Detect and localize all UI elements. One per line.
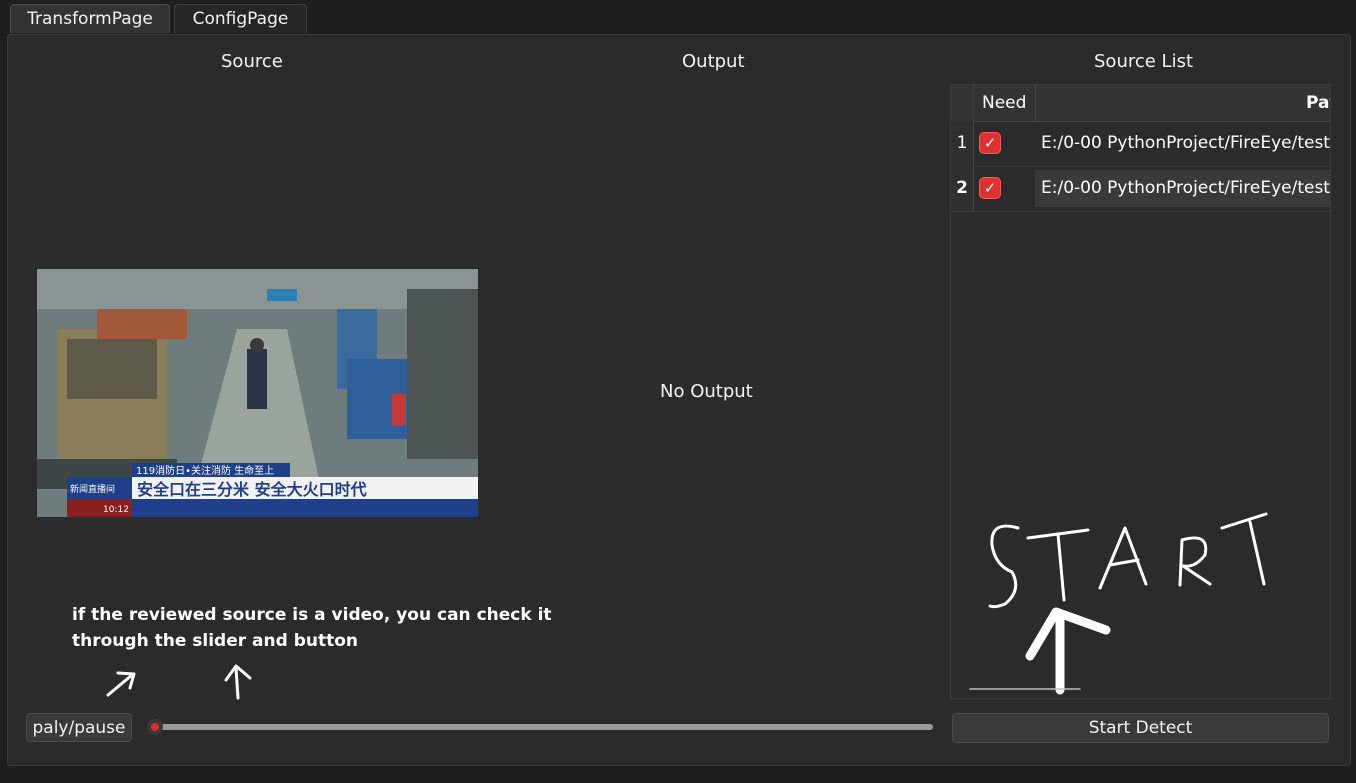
source-header: Source — [221, 51, 283, 72]
tab-bar: TransformPage ConfigPage — [0, 0, 1356, 34]
output-header: Output — [682, 51, 745, 72]
column-divider — [1035, 85, 1036, 121]
no-output-label: No Output — [660, 381, 753, 402]
video-slider-track[interactable] — [154, 724, 933, 730]
video-slider-handle[interactable] — [147, 719, 163, 735]
play-pause-button[interactable]: paly/pause — [26, 713, 132, 742]
hint-line-1: if the reviewed source is a video, you c… — [72, 605, 552, 625]
row-path[interactable]: E:/0-00 PythonProject/FireEye/test — [1041, 121, 1330, 166]
table-row[interactable]: 2 ✓ E:/0-00 PythonProject/FireEye/test — [951, 166, 1330, 212]
table-corner — [951, 85, 974, 121]
ticker-headline: 119消防日•关注消防 生命至上 — [136, 464, 274, 477]
column-need[interactable]: Need — [982, 85, 1026, 121]
ticker-station: 新闻直播间 — [70, 483, 115, 495]
hint-line-2: through the slider and button — [72, 631, 359, 651]
table-header: Need Path — [951, 85, 1330, 122]
row-path[interactable]: E:/0-00 PythonProject/FireEye/test — [1035, 170, 1330, 207]
start-detect-button[interactable]: Start Detect — [952, 713, 1329, 743]
factory-scene: 119消防日•关注消防 生命至上 安全口在三分米 安全大火口时代 新闻直播间 1… — [37, 269, 478, 517]
row-number: 1 — [951, 121, 974, 166]
need-checkbox[interactable]: ✓ — [979, 177, 1001, 199]
table-row[interactable]: 1 ✓ E:/0-00 PythonProject/FireEye/test — [951, 121, 1330, 167]
source-list-table: Need Path 1 ✓ E:/0-00 PythonProject/Fire… — [950, 84, 1331, 699]
ticker-main: 安全口在三分米 安全大火口时代 — [137, 480, 367, 499]
source-list-header: Source List — [1094, 51, 1194, 72]
tab-config-page[interactable]: ConfigPage — [174, 4, 307, 33]
source-preview-image: 119消防日•关注消防 生命至上 安全口在三分米 安全大火口时代 新闻直播间 1… — [37, 269, 478, 517]
column-path[interactable]: Path — [1306, 85, 1330, 121]
need-checkbox[interactable]: ✓ — [979, 132, 1001, 154]
row-number: 2 — [951, 166, 974, 211]
annotation-hint: if the reviewed source is a video, you c… — [72, 602, 552, 654]
tab-transform-page[interactable]: TransformPage — [10, 4, 170, 33]
ticker-time: 10:12 — [103, 505, 129, 515]
